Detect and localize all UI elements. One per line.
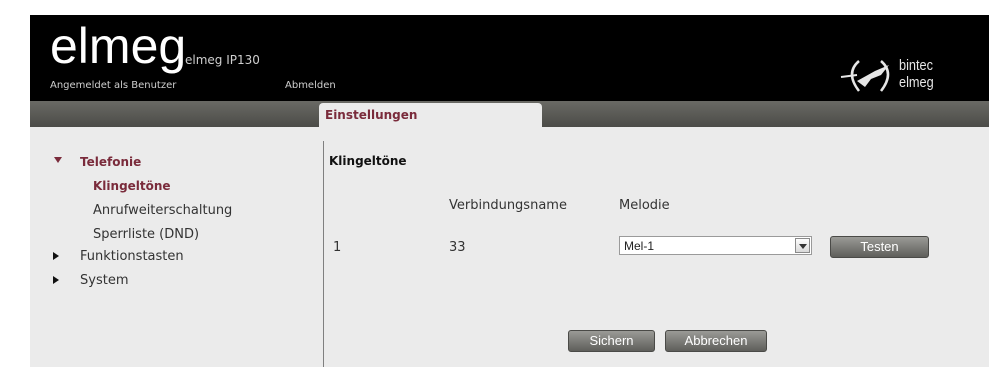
tab-bar: Einstellungen xyxy=(30,101,989,129)
header: elmeg elmeg IP130 Angemeldet als Benutze… xyxy=(30,15,989,101)
sidebar-item-anrufweiterschaltung[interactable]: Anrufweiterschaltung xyxy=(93,203,232,218)
logout-link[interactable]: Abmelden xyxy=(285,80,336,91)
column-header-verbindungsname: Verbindungsname xyxy=(449,198,567,213)
melody-select[interactable]: Mel-1 xyxy=(619,236,812,255)
brand-name: bintec elmeg xyxy=(899,57,934,91)
sidebar-item-sperrliste[interactable]: Sperrliste (DND) xyxy=(93,227,199,242)
melody-select-value: Mel-1 xyxy=(624,239,655,253)
elmeg-logo: elmeg xyxy=(50,18,187,74)
sidebar-item-funktionstasten[interactable]: Funktionstasten xyxy=(80,249,184,264)
test-button[interactable]: Testen xyxy=(830,236,929,258)
collapsed-arrow-icon xyxy=(53,276,59,284)
sidebar-item-system[interactable]: System xyxy=(80,273,128,288)
save-button[interactable]: Sichern xyxy=(568,330,655,352)
sidebar-item-klingeltoene[interactable]: Klingeltöne xyxy=(93,179,171,193)
section-title: Klingeltöne xyxy=(329,154,407,168)
expanded-arrow-icon xyxy=(54,157,62,163)
main-content: Telefonie Klingeltöne Anrufweiterschaltu… xyxy=(30,127,989,367)
collapsed-arrow-icon xyxy=(53,252,59,260)
bintec-elmeg-logo: bintec elmeg xyxy=(837,51,977,99)
logged-in-user: Angemeldet als Benutzer xyxy=(50,80,177,91)
tab-einstellungen[interactable]: Einstellungen xyxy=(319,103,542,129)
chevron-down-icon[interactable] xyxy=(795,238,810,253)
sidebar-item-telefonie[interactable]: Telefonie xyxy=(80,155,141,169)
row-connection-name: 33 xyxy=(449,240,466,255)
cancel-button[interactable]: Abbrechen xyxy=(665,330,767,352)
column-header-melodie: Melodie xyxy=(619,198,670,213)
row-index: 1 xyxy=(333,240,342,255)
bird-logo-icon xyxy=(840,60,890,92)
device-model: elmeg IP130 xyxy=(185,53,260,67)
divider xyxy=(323,141,324,367)
